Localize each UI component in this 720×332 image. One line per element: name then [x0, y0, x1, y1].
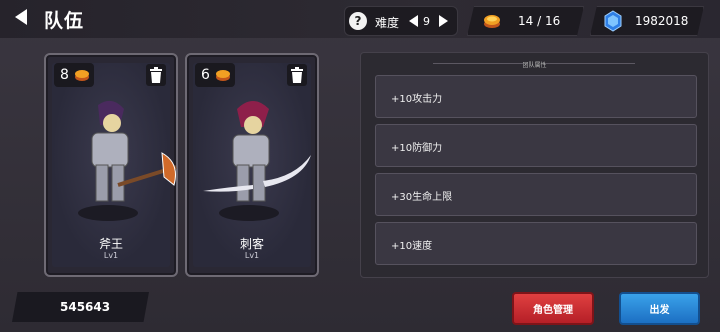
cost-badge: 8: [54, 63, 94, 87]
panel-title: 团队属性: [522, 62, 547, 69]
cost-value: 8: [60, 67, 69, 83]
hero-level: Lv1: [103, 251, 119, 260]
attribute-text: +30生命上限: [391, 192, 453, 203]
back-arrow-icon[interactable]: [12, 8, 30, 26]
hero-card-axe-king[interactable]: 8 斧王 Lv1: [44, 53, 178, 277]
attribute-row: +10速度: [375, 222, 697, 265]
hero-name: 刺客: [239, 237, 264, 251]
score-display: 545643: [12, 292, 149, 322]
depart-button[interactable]: 出发: [619, 292, 700, 325]
difficulty-value: 9: [423, 15, 430, 28]
coin-counter: 14 / 16: [467, 6, 584, 36]
attribute-row: +10攻击力: [375, 75, 697, 118]
coin-count: 14 / 16: [518, 14, 561, 28]
gem-counter: 1982018: [590, 6, 704, 36]
coin-icon: [75, 70, 89, 81]
character-management-button[interactable]: 角色管理: [512, 292, 594, 325]
hero-level: Lv1: [244, 251, 260, 260]
top-bar: 队伍 ? 难度 9 14 / 16 1982018: [0, 0, 720, 38]
attribute-text: +10速度: [391, 241, 433, 252]
gem-count: 1982018: [635, 14, 689, 28]
difficulty-selector: ? 难度 9: [344, 6, 458, 36]
difficulty-increase-icon[interactable]: [439, 15, 448, 27]
coin-icon: [216, 70, 230, 81]
gem-icon: [604, 10, 622, 32]
attribute-row: +30生命上限: [375, 173, 697, 216]
attribute-text: +10攻击力: [391, 94, 443, 105]
difficulty-decrease-icon[interactable]: [409, 15, 418, 27]
page-title: 队伍: [44, 10, 85, 32]
team-attributes-panel: 团队属性 +10攻击力 +10防御力 +30生命上限 +10速度: [360, 52, 709, 278]
coin-stack-icon: [484, 15, 500, 28]
hero-card-assassin[interactable]: 6 刺客 Lv1: [185, 53, 319, 277]
attribute-row: +10防御力: [375, 124, 697, 167]
trash-icon[interactable]: [287, 64, 307, 86]
assassin-sprite: [203, 101, 311, 221]
cost-value: 6: [201, 67, 210, 83]
score-value: 545643: [60, 300, 111, 314]
hero-name: 斧王: [98, 237, 123, 251]
axe-warrior-sprite: [78, 100, 177, 221]
trash-icon[interactable]: [146, 64, 166, 86]
cost-badge: 6: [195, 63, 235, 87]
attribute-text: +10防御力: [391, 143, 443, 154]
divider-right: [545, 63, 635, 64]
difficulty-label: 难度: [375, 16, 400, 30]
help-icon[interactable]: ?: [349, 12, 367, 30]
